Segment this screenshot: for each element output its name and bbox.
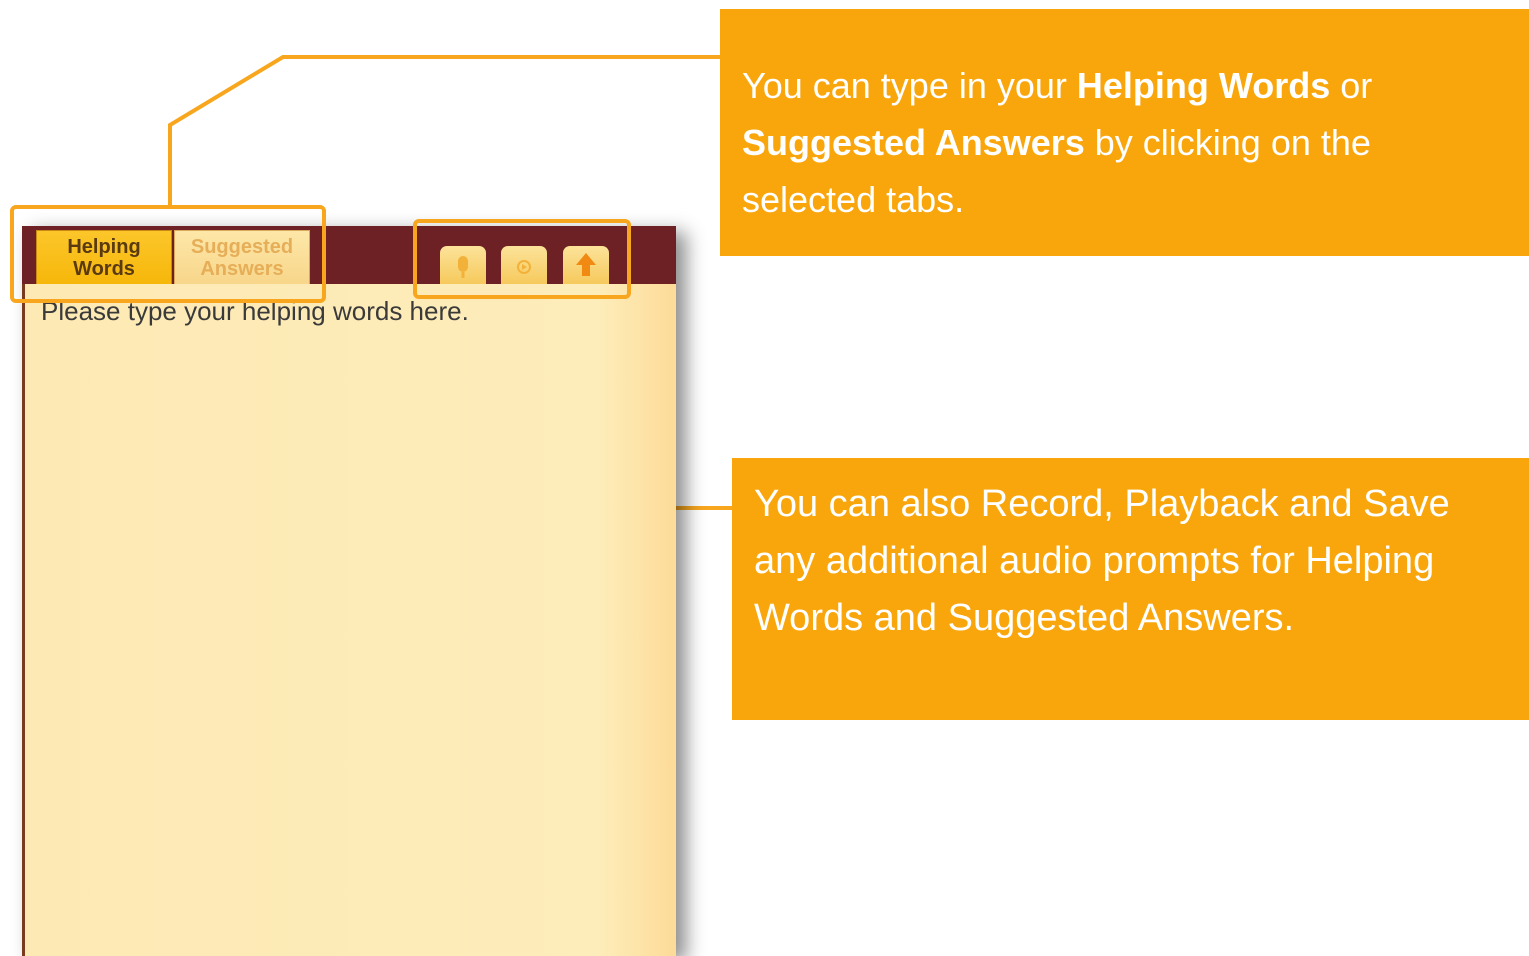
helping-words-panel: Helping Words Suggested Answers Please t… [22, 226, 676, 956]
notes-area[interactable]: Please type your helping words here. [22, 284, 676, 956]
callout-audio: You can also Record, Playback and Save a… [732, 458, 1529, 720]
callout-tabs: You can type in your Helping Words or Su… [720, 9, 1529, 256]
callout-audio-text: You can also Record, Playback and Save a… [754, 483, 1450, 639]
callout-tabs-text-1: You can type in your [742, 65, 1077, 106]
callout-tabs-bold-2: Suggested Answers [742, 122, 1085, 163]
leader-line-tabs [168, 55, 720, 205]
callout-tabs-bold-1: Helping Words [1076, 65, 1331, 106]
toolbar-highlight [413, 219, 631, 299]
callout-tabs-text-2: or [1330, 65, 1373, 106]
tabs-highlight [10, 205, 326, 303]
